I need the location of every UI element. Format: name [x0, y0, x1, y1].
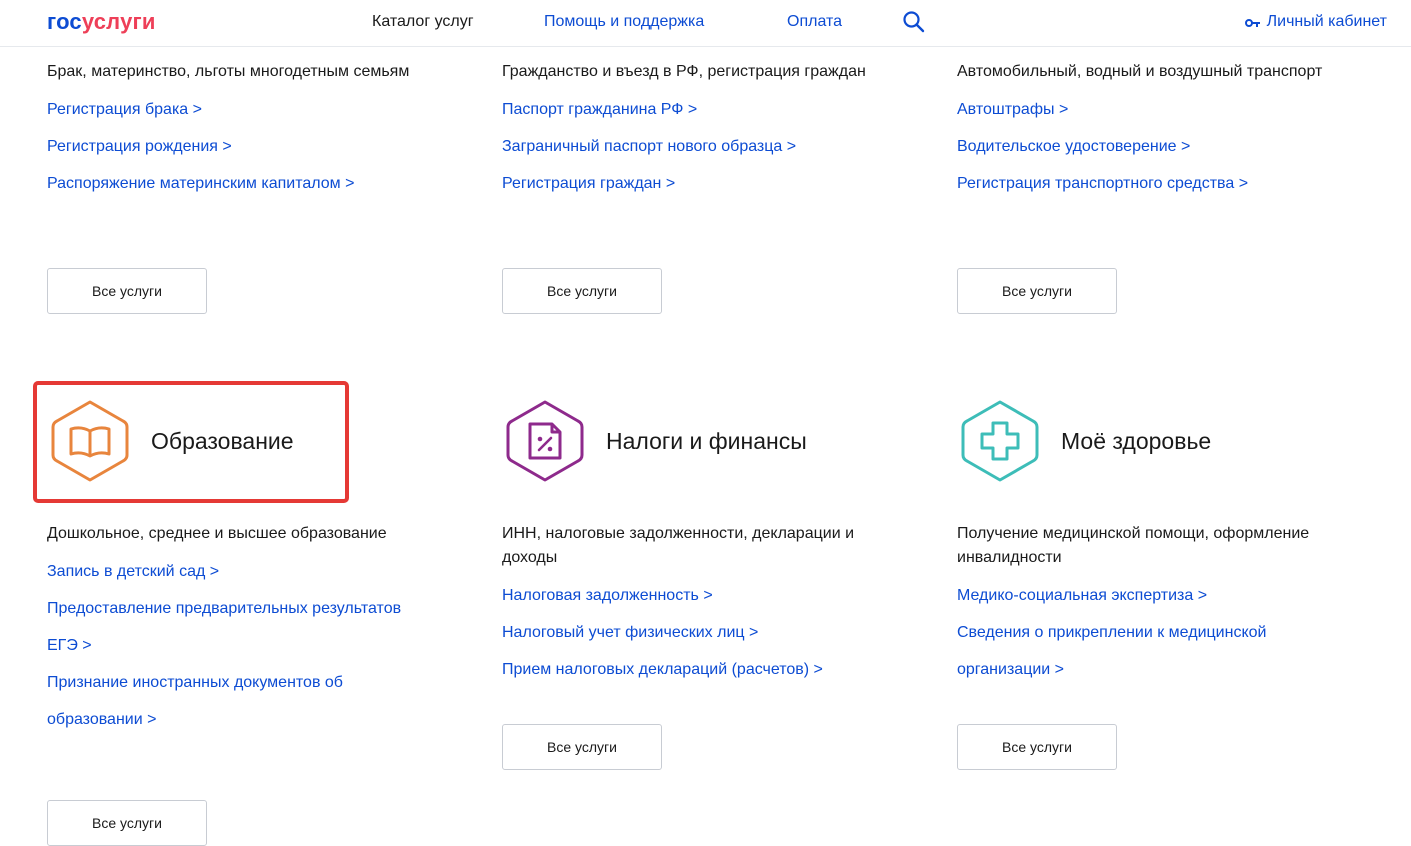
service-link[interactable]: Заграничный паспорт нового образца >	[502, 128, 902, 165]
service-link[interactable]: Признание иностранных документов об обра…	[47, 664, 407, 738]
service-link[interactable]: Сведения о прикреплении к медицинской ор…	[957, 614, 1327, 688]
section-description: Получение медицинской помощи, оформление…	[957, 525, 1310, 566]
nav-help-link[interactable]: Помощь и поддержка	[544, 12, 704, 32]
service-link[interactable]: Паспорт гражданина РФ >	[502, 91, 902, 128]
service-link[interactable]: Регистрация рождения >	[47, 128, 447, 165]
service-link[interactable]: Регистрация брака >	[47, 91, 447, 128]
section-family: Брак, материнство, льготы многодетным се…	[47, 60, 447, 202]
all-services-button[interactable]: Все услуги	[502, 724, 662, 770]
category-title: Моё здоровье	[1061, 427, 1212, 454]
book-icon	[51, 400, 129, 482]
section-health: Получение медицинской помощи, оформление…	[957, 522, 1357, 688]
service-link[interactable]: Налоговый учет физических лиц >	[502, 614, 902, 651]
all-services-button[interactable]: Все услуги	[47, 800, 207, 846]
tax-document-icon	[506, 400, 584, 482]
top-header: госуслуги Каталог услуг Помощь и поддерж…	[0, 0, 1411, 47]
all-services-button[interactable]: Все услуги	[47, 268, 207, 314]
nav-payment-link[interactable]: Оплата	[787, 12, 842, 32]
service-link[interactable]: Автоштрафы >	[957, 91, 1357, 128]
service-link[interactable]: Регистрация граждан >	[502, 165, 902, 202]
section-description: Автомобильный, водный и воздушный трансп…	[957, 63, 1323, 80]
service-link[interactable]: Налоговая задолженность >	[502, 577, 902, 614]
service-link[interactable]: Водительское удостоверение >	[957, 128, 1357, 165]
service-link[interactable]: Предоставление предварительных результат…	[47, 590, 407, 664]
service-link[interactable]: Распоряжение материнским капиталом >	[47, 165, 447, 202]
category-education[interactable]: Образование	[47, 386, 294, 496]
section-citizenship: Гражданство и въезд в РФ, регистрация гр…	[502, 60, 902, 202]
category-title: Налоги и финансы	[606, 427, 807, 454]
category-taxes[interactable]: Налоги и финансы	[502, 386, 807, 496]
section-transport: Автомобильный, водный и воздушный трансп…	[957, 60, 1357, 202]
medical-cross-icon	[961, 400, 1039, 482]
section-description: Дошкольное, среднее и высшее образование	[47, 525, 387, 542]
all-services-button[interactable]: Все услуги	[957, 268, 1117, 314]
logo-part-uslugi: услуги	[81, 9, 156, 34]
nav-catalog-link[interactable]: Каталог услуг	[372, 12, 474, 32]
personal-cabinet-label: Личный кабинет	[1266, 13, 1387, 30]
all-services-button[interactable]: Все услуги	[957, 724, 1117, 770]
service-link[interactable]: Запись в детский сад >	[47, 553, 407, 590]
logo-part-gos: гос	[47, 9, 82, 34]
service-link[interactable]: Регистрация транспортного средства >	[957, 165, 1357, 202]
personal-cabinet-link[interactable]: Личный кабинет	[1244, 12, 1387, 32]
key-icon	[1244, 19, 1260, 27]
search-icon[interactable]	[901, 9, 927, 35]
service-link[interactable]: Прием налоговых деклараций (расчетов) >	[502, 651, 902, 688]
all-services-button[interactable]: Все услуги	[502, 268, 662, 314]
section-description: ИНН, налоговые задолженности, декларации…	[502, 525, 855, 566]
section-education: Дошкольное, среднее и высшее образование…	[47, 522, 447, 738]
section-description: Гражданство и въезд в РФ, регистрация гр…	[502, 63, 866, 80]
service-link[interactable]: Медико-социальная экспертиза >	[957, 577, 1327, 614]
section-taxes: ИНН, налоговые задолженности, декларации…	[502, 522, 902, 688]
category-title: Образование	[151, 427, 294, 454]
gosuslugi-logo[interactable]: госуслуги	[47, 8, 156, 36]
section-description: Брак, материнство, льготы многодетным се…	[47, 63, 410, 80]
category-health[interactable]: Моё здоровье	[957, 386, 1211, 496]
